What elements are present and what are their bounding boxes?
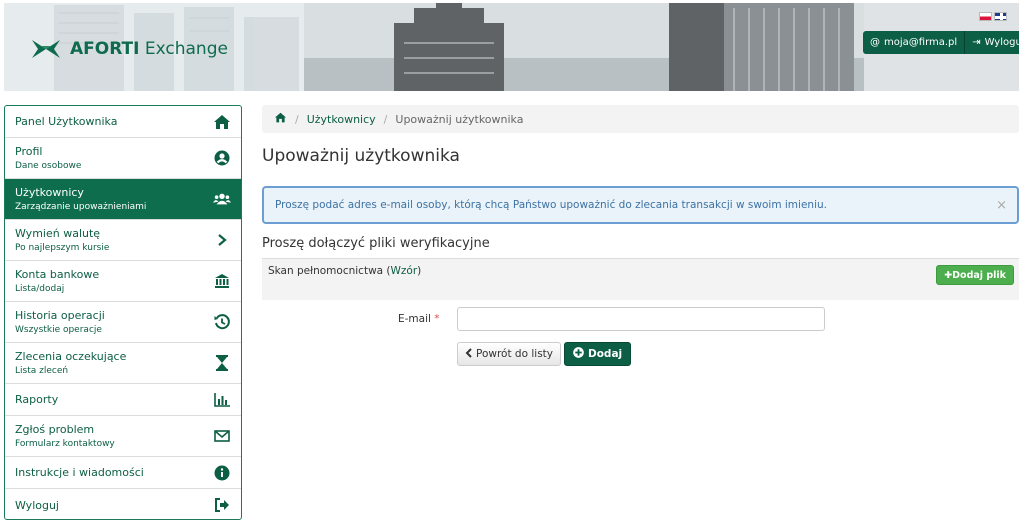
brand-name: AFORTI Exchange xyxy=(70,39,228,59)
chevron-left-icon xyxy=(465,347,473,361)
sign-out-icon xyxy=(213,496,231,514)
required-mark: * xyxy=(434,313,440,325)
sidebar-menu: Panel Użytkownika Profil Dane osobowe Uż… xyxy=(4,105,242,520)
logout-header-button[interactable]: ⇥ Wyloguj xyxy=(965,31,1019,54)
sidebar-item-reports[interactable]: Raporty xyxy=(5,384,241,416)
home-icon xyxy=(213,113,231,131)
language-switcher xyxy=(979,12,1007,21)
sidebar-item-label: Raporty xyxy=(15,393,59,406)
sidebar-item-report-problem[interactable]: Zgłoś problem Formularz kontaktowy xyxy=(5,416,241,457)
alert-close-button[interactable]: × xyxy=(996,198,1007,213)
sidebar-item-label: Historia operacji xyxy=(15,309,105,322)
aforti-logo-icon xyxy=(32,40,60,58)
email-form-row: E-mail * xyxy=(262,307,1019,331)
sidebar-item-label: Wymień walutę xyxy=(15,227,101,240)
plus-icon: ✚ xyxy=(944,269,953,281)
sidebar-item-instructions[interactable]: Instrukcje i wiadomości xyxy=(5,457,241,489)
alert-text: Proszę podać adres e-mail osoby, którą c… xyxy=(275,199,827,211)
sidebar-item-exchange[interactable]: Wymień walutę Po najlepszym kursie xyxy=(5,220,241,261)
account-email-button[interactable]: @ moja@firma.pl xyxy=(863,31,966,54)
email-label: E-mail * xyxy=(398,313,440,325)
account-email-label: moja@firma.pl xyxy=(884,37,958,48)
sidebar-item-sublabel: Po najlepszym kursie xyxy=(15,243,110,253)
sidebar-item-bank-accounts[interactable]: Konta bankowe Lista/dodaj xyxy=(5,261,241,302)
history-icon xyxy=(213,313,231,331)
email-field[interactable] xyxy=(457,307,825,331)
breadcrumb-separator: / xyxy=(295,112,299,126)
user-circle-icon xyxy=(213,149,231,167)
sidebar-item-sublabel: Zarządzanie upoważnieniami xyxy=(15,202,147,212)
page-title: Upoważnij użytkownika xyxy=(262,146,460,166)
account-button-group: @ moja@firma.pl ⇥ Wyloguj xyxy=(863,31,1019,54)
sign-out-icon: ⇥ xyxy=(972,37,981,48)
template-link[interactable]: Wzór xyxy=(391,265,418,277)
sidebar-item-history[interactable]: Historia operacji Wszystkie operacje xyxy=(5,302,241,343)
bar-chart-icon xyxy=(213,391,231,409)
sidebar-item-pending-orders[interactable]: Zlecenia oczekujące Lista zleceń xyxy=(5,343,241,384)
sidebar-item-label: Panel Użytkownika xyxy=(15,115,118,128)
file-upload-row: Skan pełnomocnictwa (Wzór) ✚ Dodaj plik xyxy=(262,258,1019,300)
breadcrumb: / Użytkownicy / Upoważnij użytkownika xyxy=(262,105,1019,133)
sidebar-item-sublabel: Formularz kontaktowy xyxy=(15,439,115,449)
sidebar-item-label: Profil xyxy=(15,145,43,158)
plus-circle-icon xyxy=(573,347,584,361)
at-sign-icon: @ xyxy=(870,37,880,48)
back-to-list-button[interactable]: Powrót do listy xyxy=(457,342,561,366)
sidebar-item-label: Zlecenia oczekujące xyxy=(15,350,127,363)
polish-flag-icon[interactable] xyxy=(979,12,992,21)
sidebar-item-label: Wyloguj xyxy=(15,498,59,512)
envelope-icon xyxy=(213,427,231,445)
sidebar-item-users[interactable]: Użytkownicy Zarządzanie upoważnieniami xyxy=(5,179,241,220)
sidebar-item-sublabel: Lista zleceń xyxy=(15,366,69,376)
back-button-label: Powrót do listy xyxy=(476,348,553,360)
info-icon xyxy=(213,464,231,482)
add-user-button[interactable]: Dodaj xyxy=(564,342,632,366)
sidebar-item-label: Konta bankowe xyxy=(15,268,100,281)
sidebar-item-label: Instrukcje i wiadomości xyxy=(15,466,144,479)
sidebar-item-label: Zgłoś problem xyxy=(15,423,95,436)
files-section-title: Proszę dołączyć pliki weryfikacyjne xyxy=(262,236,490,251)
breadcrumb-separator: / xyxy=(383,112,388,126)
english-flag-icon[interactable] xyxy=(994,12,1007,21)
breadcrumb-current: Upoważnij użytkownika xyxy=(395,112,524,126)
add-file-button[interactable]: ✚ Dodaj plik xyxy=(936,265,1014,285)
add-file-label: Dodaj plik xyxy=(952,269,1006,281)
sidebar-item-panel[interactable]: Panel Użytkownika xyxy=(5,106,241,138)
aforti-logo[interactable]: AFORTI Exchange xyxy=(30,36,228,62)
sidebar-item-sublabel: Lista/dodaj xyxy=(15,284,65,294)
sidebar-item-profile[interactable]: Profil Dane osobowe xyxy=(5,138,241,179)
add-button-label: Dodaj xyxy=(588,348,623,360)
sidebar-item-label: Użytkownicy xyxy=(15,186,84,199)
form-actions: Powrót do listy Dodaj xyxy=(457,342,632,366)
sidebar-item-logout[interactable]: Wyloguj xyxy=(5,489,241,519)
breadcrumb-users-link[interactable]: Użytkownicy xyxy=(307,113,376,126)
info-alert: Proszę podać adres e-mail osoby, którą c… xyxy=(262,186,1019,224)
sidebar-item-sublabel: Dane osobowe xyxy=(15,161,82,171)
users-icon xyxy=(213,190,231,208)
home-breadcrumb-icon[interactable] xyxy=(274,112,287,126)
chevron-right-icon xyxy=(213,231,231,249)
bank-icon xyxy=(213,272,231,290)
sidebar-item-sublabel: Wszystkie operacje xyxy=(15,325,102,335)
hourglass-icon xyxy=(213,354,231,372)
file-item-label: Skan pełnomocnictwa (Wzór) xyxy=(268,265,422,277)
logout-header-label: Wyloguj xyxy=(984,37,1019,48)
main-content: / Użytkownicy / Upoważnij użytkownika Up… xyxy=(262,105,1019,366)
header-banner: AFORTI Exchange @ moja@firma.pl ⇥ Wylogu… xyxy=(4,3,1019,91)
